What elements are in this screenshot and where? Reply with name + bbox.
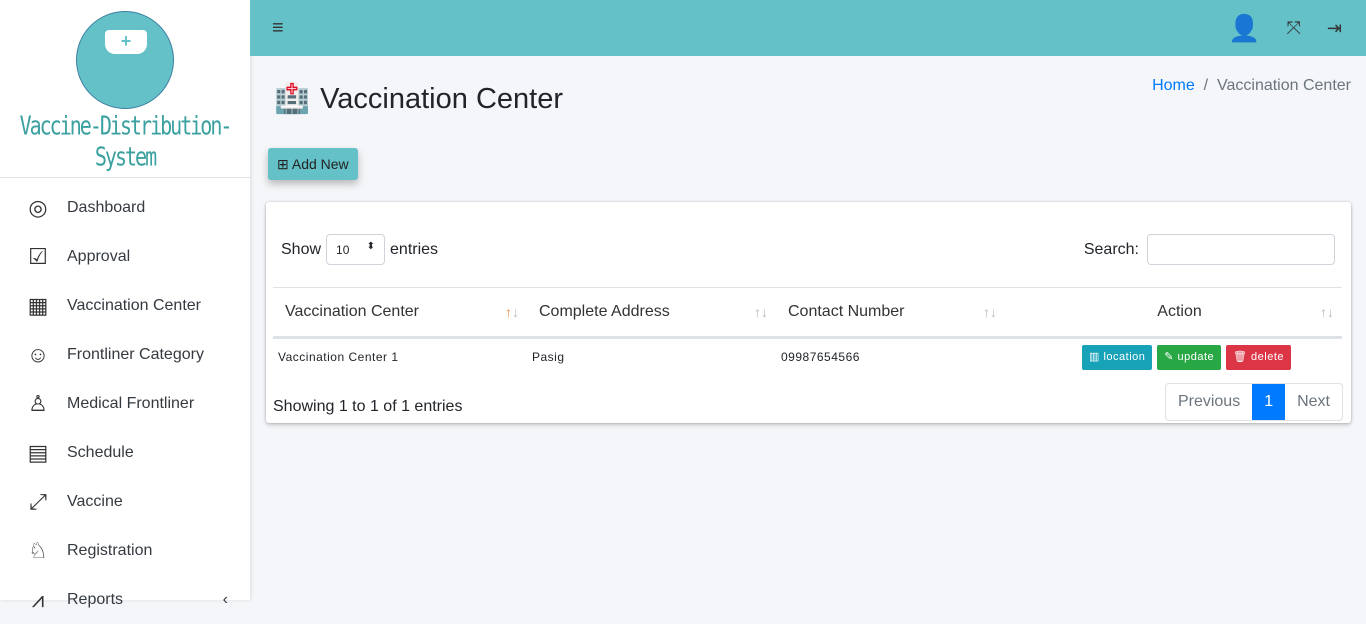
search-input[interactable] — [1147, 234, 1335, 265]
page-1-button[interactable]: 1 — [1252, 384, 1286, 420]
cell-actions: ▥ location ✎ update 🗑 delete — [1005, 338, 1342, 376]
nurse-icon: ♙ — [28, 390, 48, 416]
user-settings-icon[interactable]: 👤 — [1228, 13, 1260, 44]
sidebar-item-registration[interactable]: ♘ Registration — [0, 526, 250, 575]
sidebar-item-vaccine[interactable]: ⤢ Vaccine — [0, 477, 250, 526]
sort-icon: ↑↓ — [983, 304, 997, 320]
sort-icon: ↑↓ — [754, 304, 768, 320]
breadcrumb-home[interactable]: Home — [1152, 77, 1195, 94]
brand-name: Vaccine-Distribution-System — [19, 109, 233, 173]
cell-address: Pasig — [532, 350, 565, 365]
sidebar-item-vaccination-center[interactable]: ▦ Vaccination Center — [0, 281, 250, 330]
sidebar-item-medical-frontliner[interactable]: ♙ Medical Frontliner — [0, 379, 250, 428]
calendar-icon: ▤ — [27, 439, 49, 465]
people-icon: ☺ — [26, 341, 50, 367]
column-header-address[interactable]: Complete Address ↑↓ — [527, 287, 776, 339]
doctor-icon: ♘ — [28, 537, 48, 563]
topbar: ≡ 👤 ⤧ ⇥ — [250, 0, 1366, 56]
column-header-contact[interactable]: Contact Number ↑↓ — [776, 287, 1005, 339]
fullscreen-icon[interactable]: ⤧ — [1287, 18, 1301, 39]
sort-caret-icon: ⬍ — [366, 241, 376, 252]
hospital-icon: 🏥 — [274, 83, 311, 115]
column-header-vaccination-center[interactable]: Vaccination Center ↑↓ — [273, 287, 527, 339]
data-table: Vaccination Center ↑↓ Complete Address ↑↓ … — [273, 287, 1342, 376]
entries-length: Show 10 ⬍ entries — [281, 234, 438, 265]
cell-center: Vaccination Center 1 — [278, 350, 399, 365]
column-header-action[interactable]: Action ↑↓ — [1005, 287, 1342, 339]
search: Search: — [1084, 234, 1335, 265]
plus-square-icon: ⊞ — [277, 156, 289, 172]
sort-icon: ↑↓ — [1320, 304, 1334, 320]
table-info: Showing 1 to 1 of 1 entries — [273, 398, 463, 415]
previous-button[interactable]: Previous — [1166, 384, 1252, 420]
sidebar: + Vaccine-Distribution-System ◎ Dashboard… — [0, 0, 250, 612]
add-new-button[interactable]: ⊞ Add New — [268, 148, 358, 180]
syringe-icon: ⤢ — [29, 488, 47, 514]
main-content: 🏥 Vaccination Center Home / Vaccination C… — [250, 56, 1366, 600]
sort-icon: ↑↓ — [505, 304, 519, 320]
logo: + — [76, 11, 174, 109]
table-row: Vaccination Center 1 Pasig 09987654566 ▥… — [273, 338, 1342, 376]
update-button[interactable]: ✎ update — [1157, 344, 1222, 370]
gauge-icon: ◎ — [28, 194, 48, 220]
menu-toggle-icon[interactable]: ≡ — [272, 17, 284, 40]
sidebar-item-schedule[interactable]: ▤ Schedule — [0, 428, 250, 477]
cell-contact: 09987654566 — [781, 350, 860, 365]
sidebar-item-dashboard[interactable]: ◎ Dashboard — [0, 183, 250, 232]
hospital-icon: ▦ — [27, 292, 49, 318]
sidebar-item-approval[interactable]: ☑ Approval — [0, 232, 250, 281]
brand[interactable]: + Vaccine-Distribution-System — [0, 11, 250, 178]
sidebar-item-frontliner-category[interactable]: ☺ Frontliner Category — [0, 330, 250, 379]
delete-button[interactable]: 🗑 delete — [1226, 344, 1292, 370]
breadcrumb: Home / Vaccination Center — [1152, 77, 1351, 94]
head-check-icon: ☑ — [28, 243, 48, 269]
entries-select[interactable]: 10 ⬍ — [326, 234, 386, 265]
pagination: Previous 1 Next — [1164, 383, 1343, 421]
next-button[interactable]: Next — [1285, 384, 1342, 420]
table-card: Show 10 ⬍ entries Search: Vaccination Cen… — [266, 202, 1351, 423]
logout-icon[interactable]: ⇥ — [1327, 18, 1342, 39]
location-button[interactable]: ▥ location — [1082, 344, 1153, 370]
page-title: 🏥 Vaccination Center — [274, 82, 563, 116]
